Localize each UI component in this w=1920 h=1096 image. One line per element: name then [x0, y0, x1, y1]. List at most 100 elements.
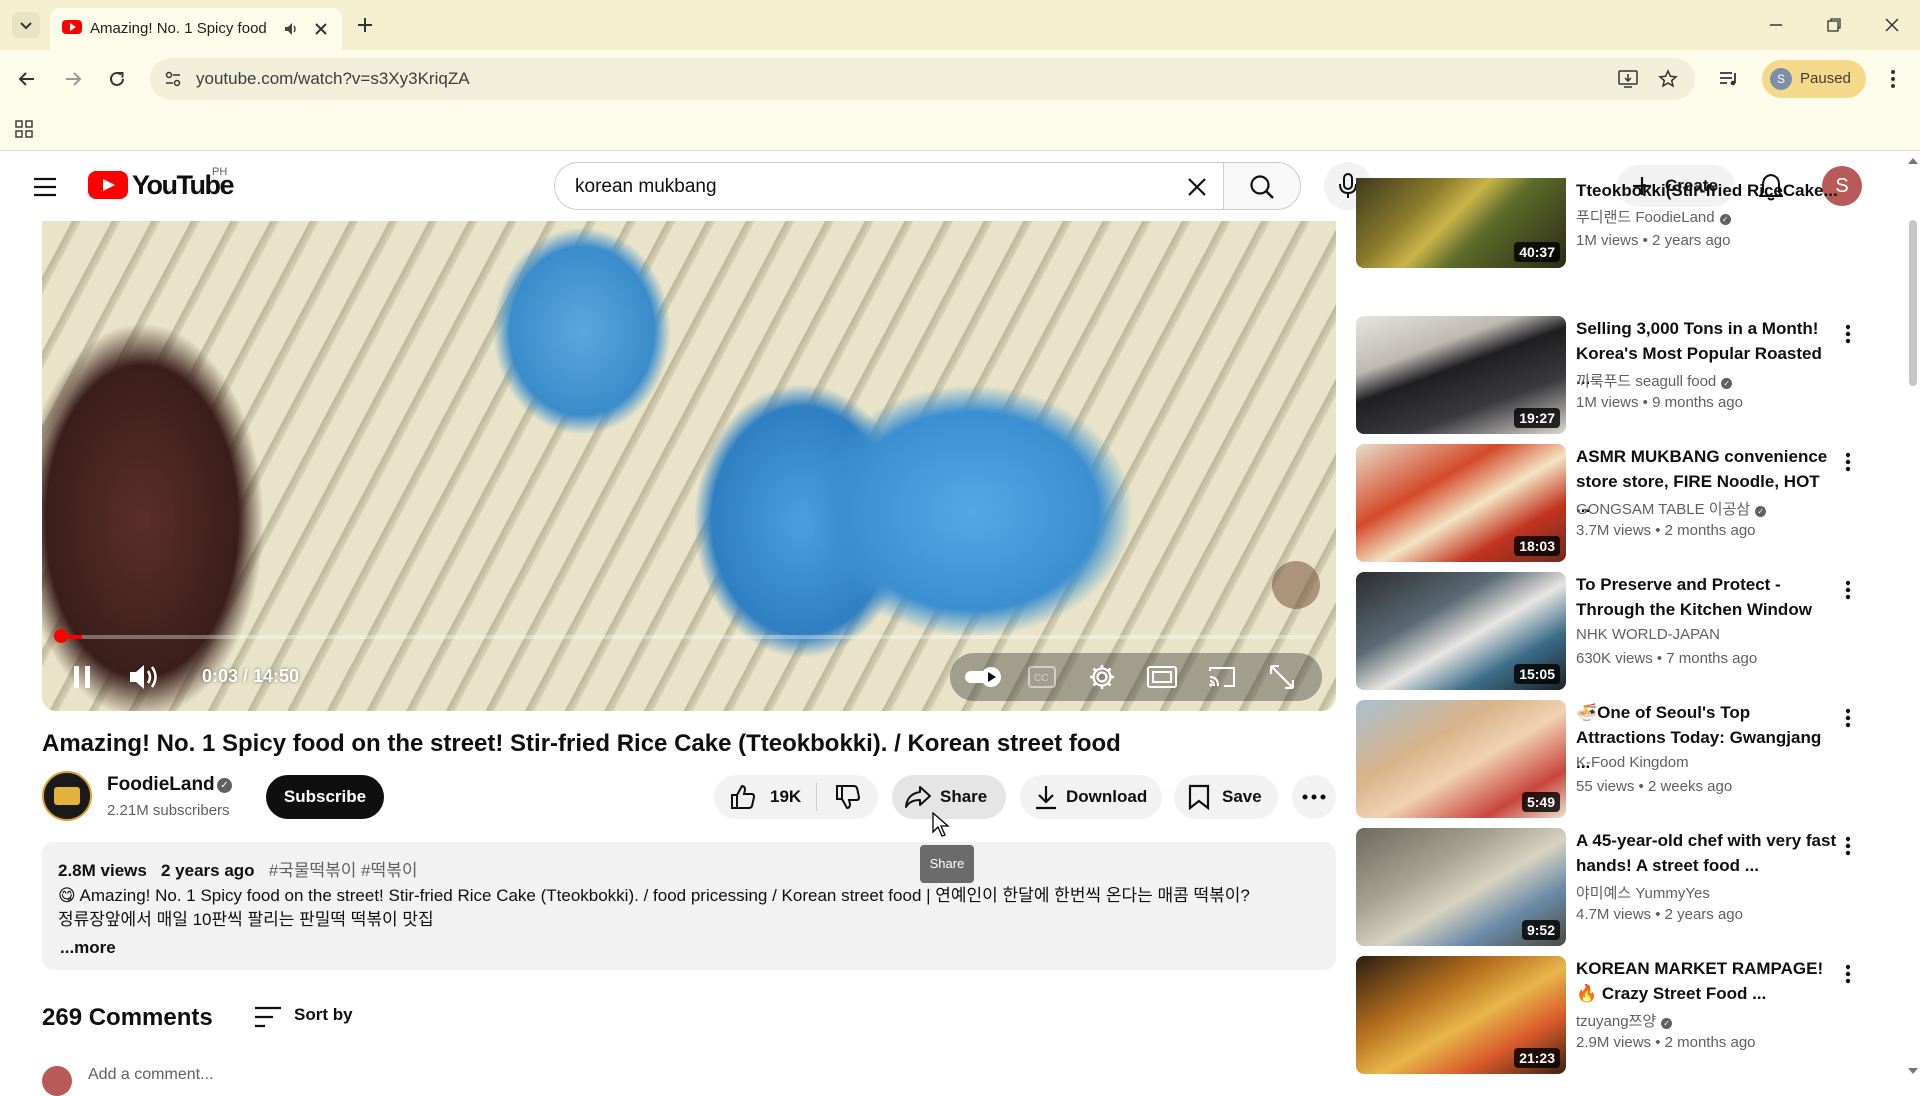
bookmark-star-icon[interactable]	[1656, 68, 1680, 90]
video-title: Amazing! No. 1 Spicy food on the street!…	[42, 730, 1121, 757]
more-actions-button[interactable]	[1292, 775, 1336, 819]
recommended-channel-name[interactable]: GONGSAM TABLE 이공삼 ✓	[1576, 498, 1767, 519]
scroll-down-arrow-icon[interactable]	[1907, 1066, 1919, 1076]
window-minimize-icon[interactable]	[1764, 14, 1788, 36]
video-options-icon[interactable]	[1836, 834, 1860, 858]
recommended-channel-name[interactable]: tzuyang쯔양 ✓	[1576, 1010, 1673, 1031]
profile-status-label: Paused	[1800, 70, 1851, 87]
recommended-video[interactable]: 15:05 To Preserve and Protect - Through t…	[1356, 572, 1866, 690]
channel-name-text: 야미예스 YummyYes	[1576, 885, 1710, 902]
video-duration: 18:03	[1514, 536, 1560, 556]
recommended-channel-name[interactable]: 끼룩푸드 seagull food ✓	[1576, 370, 1733, 391]
recommended-video[interactable]: 18:03 ASMR MUKBANG convenience store stor…	[1356, 444, 1866, 562]
channel-avatar[interactable]	[42, 771, 92, 821]
recommended-video[interactable]: 5:49 🍜One of Seoul's Top Attractions Toda…	[1356, 700, 1866, 818]
channel-name[interactable]: FoodieLand	[107, 774, 215, 796]
thumbs-up-icon	[731, 784, 756, 809]
new-tab-plus-icon[interactable]	[354, 14, 376, 36]
progress-bar[interactable]	[62, 635, 1316, 639]
pause-icon[interactable]	[64, 659, 100, 695]
search-query-text: korean mukbang	[575, 176, 717, 197]
cast-icon[interactable]	[1206, 663, 1238, 691]
video-thumbnail[interactable]: 21:23	[1356, 956, 1566, 1074]
video-options-icon[interactable]	[1836, 322, 1860, 346]
window-close-icon[interactable]	[1880, 14, 1904, 36]
video-thumbnail[interactable]: 9:52	[1356, 828, 1566, 946]
verified-badge-icon: ✓	[1661, 1018, 1673, 1029]
volume-icon[interactable]	[124, 659, 164, 695]
recommended-video[interactable]: 21:23 KOREAN MARKET RAMPAGE! 🔥 Crazy Stre…	[1356, 956, 1866, 1074]
channel-watermark[interactable]	[1272, 561, 1320, 609]
subtitles-cc-icon[interactable]: CC	[1026, 663, 1058, 691]
add-comment-input[interactable]: Add a comment...	[88, 1066, 213, 1084]
apps-grid-icon[interactable]	[12, 117, 36, 141]
recommended-channel-name[interactable]: K-Food Kingdom	[1576, 754, 1689, 771]
description-box[interactable]: 2.8M views 2 years ago #국물떡볶이 #떡볶이 😋 Ama…	[42, 842, 1336, 970]
progress-scrubber-handle[interactable]	[54, 629, 68, 643]
recommended-channel-name[interactable]: 푸디랜드 FoodieLand ✓	[1576, 206, 1731, 227]
youtube-logo-icon[interactable]	[88, 171, 128, 199]
comments-count: 269 Comments	[42, 1004, 213, 1031]
tab-search-chevron-icon[interactable]	[12, 12, 40, 38]
recommended-video-title[interactable]: To Preserve and Protect - Through the Ki…	[1576, 572, 1838, 622]
recommended-channel-name[interactable]: 야미예스 YummyYes	[1576, 882, 1710, 903]
search-input[interactable]: korean mukbang	[554, 162, 1224, 210]
show-more-link[interactable]: ...more	[60, 938, 116, 958]
like-button[interactable]: 19K	[718, 775, 818, 819]
page-scrollbar[interactable]	[1905, 152, 1920, 1080]
video-thumbnail[interactable]: 18:03	[1356, 444, 1566, 562]
subscriber-count: 2.21M subscribers	[107, 802, 230, 819]
recommended-video[interactable]: 19:27 Selling 3,000 Tons in a Month! Kore…	[1356, 316, 1866, 434]
video-options-icon[interactable]	[1836, 706, 1860, 730]
video-player[interactable]: 0:03 / 14:50 CC	[42, 221, 1336, 711]
video-thumbnail[interactable]: 19:27	[1356, 316, 1566, 434]
thumbs-down-icon	[836, 785, 861, 810]
download-button[interactable]: Download	[1020, 775, 1162, 819]
profile-paused-chip[interactable]: S Paused	[1762, 60, 1866, 98]
address-bar[interactable]: youtube.com/watch?v=s3Xy3KriqZA	[150, 58, 1695, 100]
settings-gear-icon[interactable]	[1086, 663, 1118, 691]
install-app-icon[interactable]	[1616, 68, 1640, 90]
video-options-icon[interactable]	[1836, 450, 1860, 474]
recommended-video[interactable]: 40:37 Tteokbokki(Stir-fried RiceCake... 푸디…	[1356, 178, 1866, 326]
video-options-icon[interactable]	[1836, 962, 1860, 986]
browser-menu-icon[interactable]	[1882, 66, 1904, 92]
recommended-video[interactable]: 9:52 A 45-year-old chef with very fast ha…	[1356, 828, 1866, 946]
window-restore-icon[interactable]	[1822, 14, 1846, 36]
video-thumbnail[interactable]: 40:37	[1356, 178, 1566, 268]
back-arrow-icon[interactable]	[14, 66, 40, 92]
tab-close-icon[interactable]	[312, 20, 330, 38]
media-controls-icon[interactable]	[1716, 66, 1742, 92]
dislike-button[interactable]	[822, 775, 874, 819]
upload-age: 2 years ago	[161, 861, 255, 880]
save-button[interactable]: Save	[1174, 775, 1278, 819]
hashtags[interactable]: #국물떡볶이 #떡볶이	[269, 861, 418, 880]
bookmark-icon	[1188, 784, 1210, 810]
theater-mode-icon[interactable]	[1146, 663, 1178, 691]
scroll-up-arrow-icon[interactable]	[1907, 156, 1919, 166]
recommended-channel-name[interactable]: NHK WORLD-JAPAN	[1576, 626, 1720, 643]
reload-icon[interactable]	[104, 66, 130, 92]
search-button[interactable]	[1223, 162, 1301, 210]
channel-name-text: GONGSAM TABLE 이공삼	[1576, 501, 1751, 518]
scrollbar-thumb[interactable]	[1909, 220, 1917, 386]
video-options-icon[interactable]	[1836, 578, 1860, 602]
hamburger-menu-icon[interactable]	[30, 172, 60, 202]
recommended-video-title[interactable]: A 45-year-old chef with very fast hands!…	[1576, 828, 1838, 878]
video-thumbnail[interactable]: 5:49	[1356, 700, 1566, 818]
sort-comments-button[interactable]: Sort by	[254, 1002, 374, 1032]
like-count: 19K	[770, 787, 802, 806]
recommended-video-title[interactable]: Tteokbokki(Stir-fried RiceCake...	[1576, 178, 1838, 203]
site-settings-icon[interactable]	[162, 68, 184, 90]
more-horizontal-icon	[1302, 794, 1326, 800]
browser-tab-active[interactable]: Amazing! No. 1 Spicy food	[50, 8, 342, 50]
download-label: Download	[1066, 787, 1148, 806]
recommended-video-title[interactable]: KOREAN MARKET RAMPAGE! 🔥 Crazy Street Fo…	[1576, 956, 1838, 1006]
subscribe-button[interactable]: Subscribe	[266, 775, 384, 819]
tab-audio-icon[interactable]	[282, 20, 300, 38]
video-thumbnail[interactable]: 15:05	[1356, 572, 1566, 690]
fullscreen-icon[interactable]	[1266, 663, 1298, 691]
clear-search-icon[interactable]	[1185, 175, 1209, 199]
autoplay-toggle[interactable]	[964, 665, 1004, 689]
forward-arrow-icon[interactable]	[60, 66, 86, 92]
